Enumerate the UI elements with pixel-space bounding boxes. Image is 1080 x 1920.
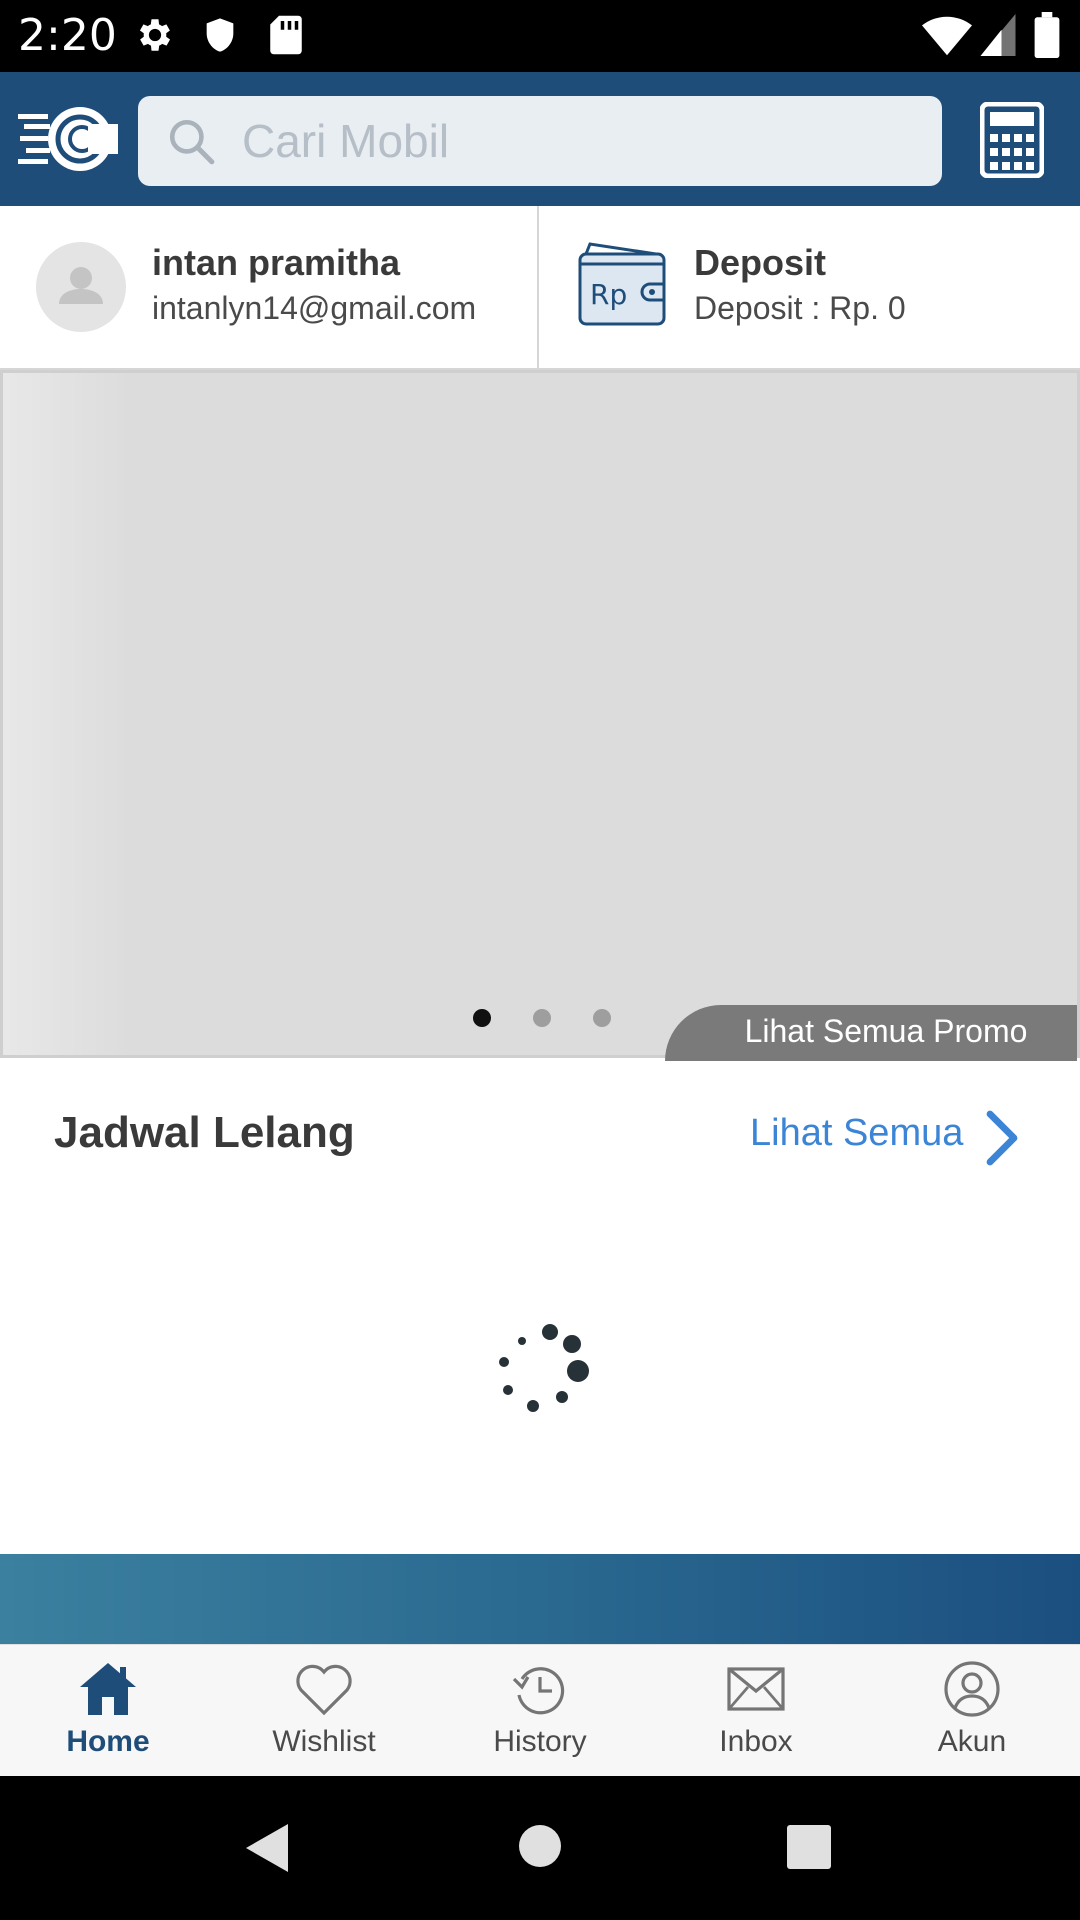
settings-icon	[139, 19, 171, 51]
battery-icon	[1034, 12, 1060, 58]
nav-item-account[interactable]: Akun	[864, 1645, 1080, 1777]
heart-icon	[296, 1664, 352, 1716]
bottom-navigation: Home Wishlist History Inbox Akun	[0, 1644, 1080, 1776]
signal-icon	[980, 14, 1016, 56]
nav-label-inbox: Inbox	[719, 1725, 793, 1758]
user-email: intanlyn14@gmail.com	[152, 290, 477, 326]
account-strip: intan pramitha intanlyn14@gmail.com Rp D…	[0, 206, 1080, 370]
history-icon	[512, 1667, 565, 1715]
chevron-right-icon[interactable]	[982, 1108, 1022, 1168]
carousel-dot[interactable]	[593, 1009, 611, 1027]
nav-label-account: Akun	[937, 1725, 1007, 1758]
app-logo[interactable]	[18, 104, 118, 174]
deposit-balance: Deposit : Rp. 0	[694, 290, 906, 326]
section-title-auction-schedule: Jadwal Lelang	[54, 1108, 355, 1157]
promo-footer-band	[0, 1554, 1080, 1644]
user-profile-card[interactable]: intan pramitha intanlyn14@gmail.com	[0, 206, 538, 368]
nav-label-wishlist: Wishlist	[272, 1725, 376, 1758]
see-all-link[interactable]: Lihat Semua	[750, 1112, 963, 1155]
calculator-icon[interactable]	[980, 102, 1044, 178]
wifi-icon	[922, 16, 972, 56]
sd-card-icon	[270, 15, 302, 55]
deposit-card[interactable]: Rp Deposit Deposit : Rp. 0	[540, 206, 1080, 368]
home-button-icon[interactable]	[518, 1824, 562, 1868]
nav-label-history: History	[493, 1725, 587, 1758]
home-icon	[80, 1663, 136, 1715]
avatar	[36, 242, 126, 332]
app-header	[0, 72, 1080, 206]
see-all-promo-link[interactable]: Lihat Semua Promo	[665, 1005, 1077, 1061]
loading-spinner	[499, 1324, 589, 1412]
nav-item-inbox[interactable]: Inbox	[648, 1645, 864, 1777]
carousel-dot-active[interactable]	[473, 1009, 491, 1027]
mail-icon	[727, 1667, 785, 1711]
promo-banner[interactable]: Lihat Semua Promo	[0, 370, 1080, 1061]
deposit-title: Deposit	[694, 242, 827, 283]
search-icon	[169, 119, 215, 165]
shield-icon	[206, 18, 234, 52]
nav-item-home[interactable]: Home	[0, 1645, 216, 1777]
recents-icon[interactable]	[786, 1824, 832, 1870]
nav-label-home: Home	[66, 1725, 150, 1758]
search-input[interactable]	[242, 96, 922, 186]
account-icon	[944, 1661, 1000, 1717]
back-icon[interactable]	[244, 1822, 290, 1874]
wallet-rp-icon: Rp	[578, 242, 666, 326]
carousel-dot[interactable]	[533, 1009, 551, 1027]
status-time: 2:20	[18, 10, 117, 61]
nav-item-history[interactable]: History	[432, 1645, 648, 1777]
system-navigation-bar	[0, 1776, 1080, 1920]
svg-text:Rp: Rp	[590, 278, 627, 311]
user-name: intan pramitha	[152, 242, 401, 283]
person-icon	[59, 267, 103, 304]
nav-item-wishlist[interactable]: Wishlist	[216, 1645, 432, 1777]
divider	[537, 206, 539, 368]
search-box[interactable]	[138, 96, 942, 186]
status-bar: 2:20	[0, 0, 1080, 72]
